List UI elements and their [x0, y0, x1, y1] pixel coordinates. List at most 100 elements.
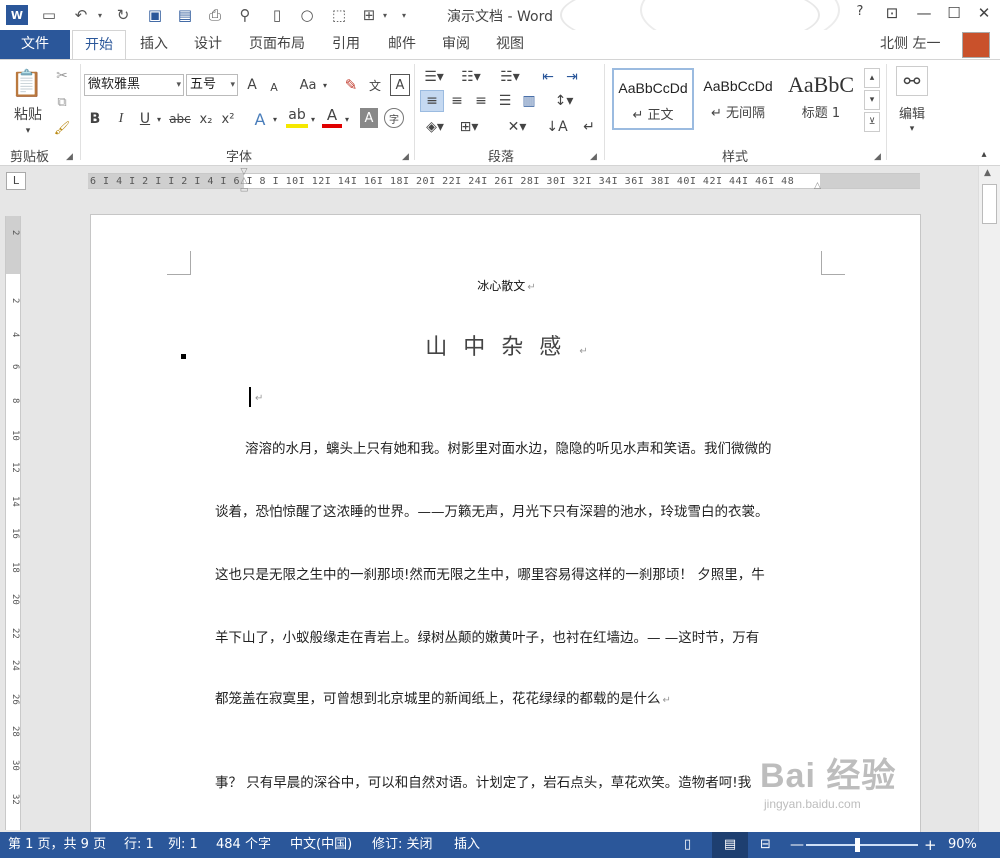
tab-references[interactable]: 引用 [320, 30, 372, 59]
change-case-dropdown-icon[interactable]: ▾ [320, 74, 330, 96]
line-spacing-icon[interactable]: ↕▾ [548, 90, 580, 112]
chevron-down-icon[interactable]: ▾ [230, 75, 235, 95]
borders-icon[interactable]: ⊞▾ [454, 116, 484, 138]
style-normal[interactable]: AaBbCcDd ↵ 正文 [612, 68, 694, 130]
font-launcher-icon[interactable]: ◢ [402, 152, 409, 162]
find-binoculars-icon[interactable]: ⚯ [896, 66, 928, 96]
open-icon[interactable]: ▭ [38, 5, 60, 25]
vertical-scrollbar[interactable]: ▲ [978, 166, 1000, 832]
decrease-indent-icon[interactable]: ⇤ [538, 66, 558, 88]
print-preview-icon[interactable]: ⎙ [204, 5, 226, 25]
redo-icon[interactable]: ↻ [112, 5, 134, 25]
word-count[interactable]: 484 个字 [216, 832, 271, 858]
copy-icon[interactable]: ⧉ [52, 92, 72, 112]
multilevel-list-icon[interactable]: ☵▾ [494, 66, 526, 88]
clipboard-launcher-icon[interactable]: ◢ [66, 152, 73, 162]
tab-review[interactable]: 审阅 [430, 30, 482, 59]
superscript-button[interactable]: x² [218, 108, 238, 130]
font-size-combo[interactable]: 五号 ▾ [186, 74, 238, 96]
enclose-char-button[interactable]: 字 [384, 108, 404, 128]
select-icon[interactable]: ⬚ [328, 5, 350, 25]
table-icon[interactable]: ⊞ [358, 5, 380, 25]
italic-button[interactable]: I [112, 108, 130, 130]
document-heading[interactable]: 山中杂感 ↵ [91, 329, 920, 361]
align-left-icon[interactable]: ≡ [420, 90, 444, 112]
styles-scroll-up-icon[interactable]: ▴ [864, 68, 880, 88]
tab-mailings[interactable]: 邮件 [376, 30, 428, 59]
avatar[interactable] [962, 32, 990, 58]
shrink-font-button[interactable]: A [266, 76, 282, 98]
text-effects-button[interactable]: A [250, 108, 270, 130]
text-effects-dropdown-icon[interactable]: ▾ [270, 108, 280, 130]
paste-icon[interactable]: 📋 [11, 66, 43, 102]
help-button[interactable]: ? [848, 4, 872, 26]
format-painter-icon[interactable]: 🖌 [52, 118, 72, 138]
shading-icon[interactable]: ◈▾ [420, 116, 450, 138]
styles-scroll-down-icon[interactable]: ▾ [864, 90, 880, 110]
document-header[interactable]: 冰心散文 ↵ [91, 277, 920, 294]
styles-launcher-icon[interactable]: ◢ [874, 152, 881, 162]
phonetic-guide-button[interactable]: 文 [364, 74, 386, 96]
zoom-out-icon[interactable]: — [790, 832, 804, 858]
clear-format-icon[interactable]: ✎ [340, 74, 362, 96]
ribbon-display-icon[interactable]: ⊡ [880, 4, 904, 26]
increase-indent-icon[interactable]: ⇥ [562, 66, 582, 88]
zoom-level[interactable]: 90% [948, 832, 977, 858]
maximize-button[interactable]: ☐ [942, 4, 966, 26]
text-line[interactable]: 羊下山了，小蚁般缘走在青岩上。绿树丛颠的嫩黄叶子，也衬在红墙边。— —这时节，万… [215, 626, 759, 646]
new-document-icon[interactable]: ▯ [266, 5, 288, 25]
chevron-down-icon[interactable]: ▾ [176, 75, 181, 95]
tab-file[interactable]: 文件 [0, 30, 70, 59]
align-right-icon[interactable]: ≡ [470, 90, 492, 112]
underline-button[interactable]: U [136, 108, 154, 130]
subscript-button[interactable]: x₂ [196, 108, 216, 130]
highlight-icon[interactable]: ab [286, 106, 308, 128]
ruler-bar[interactable]: 6 I 4 I 2 I I 2 I 4 I 6 I 8 I 10I 12I 14… [88, 173, 920, 189]
web-layout-icon[interactable]: ⊟ [760, 832, 771, 858]
paste-button[interactable]: 粘贴 [10, 104, 46, 124]
undo-dropdown-icon[interactable]: ▾ [94, 5, 106, 25]
tab-design[interactable]: 设计 [182, 30, 234, 59]
read-mode-icon[interactable]: ▯ [684, 832, 691, 858]
minimize-button[interactable]: — [912, 4, 936, 26]
save-as-icon[interactable]: ▤ [174, 5, 196, 25]
user-name[interactable]: 北侧 左一 [880, 30, 940, 59]
insert-mode-indicator[interactable]: 插入 [454, 832, 480, 858]
tab-view[interactable]: 视图 [484, 30, 536, 59]
text-line[interactable]: 溶溶的水月，螭头上只有她和我。树影里对面水边，隐隐的听见水声和笑语。我们微微的 [245, 437, 772, 457]
paste-dropdown-icon[interactable]: ▾ [18, 124, 38, 138]
change-case-button[interactable]: Aa [296, 74, 320, 96]
scroll-thumb[interactable] [982, 184, 997, 224]
align-center-icon[interactable]: ≡ [446, 90, 468, 112]
document-page[interactable]: 冰心散文 ↵ 山中杂感 ↵ ↵ 溶溶的水月，螭头上只有她和我。树影里对面水边，隐隐的… [90, 214, 921, 834]
asian-layout-icon[interactable]: ✕▾ [500, 116, 534, 138]
strikethrough-button[interactable]: abc [168, 108, 192, 130]
collapse-ribbon-icon[interactable]: ▴ [974, 146, 994, 162]
undo-icon[interactable]: ↶ [70, 5, 92, 25]
right-indent-marker-icon[interactable]: △ [814, 181, 826, 193]
track-changes-indicator[interactable]: 修订: 关闭 [372, 832, 433, 858]
tab-selector[interactable]: L [6, 172, 26, 190]
close-button[interactable]: ✕ [972, 4, 996, 26]
save-icon[interactable]: ▣ [144, 5, 166, 25]
language-indicator[interactable]: 中文(中国) [290, 832, 352, 858]
vertical-ruler-bar[interactable]: 2 2 4 6 8 10 12 14 16 18 20 22 24 26 28 … [5, 216, 21, 830]
style-heading-1[interactable]: AaBbC 标题 1 [782, 68, 860, 130]
cut-icon[interactable]: ✂ [52, 66, 72, 86]
row-indicator[interactable]: 行: 1 [124, 832, 154, 858]
font-color-dropdown-icon[interactable]: ▾ [342, 108, 352, 130]
numbering-icon[interactable]: ☷▾ [456, 66, 486, 88]
tab-home[interactable]: 开始 [72, 30, 126, 60]
underline-dropdown-icon[interactable]: ▾ [154, 108, 164, 130]
tab-page-layout[interactable]: 页面布局 [240, 30, 314, 59]
paragraph-launcher-icon[interactable]: ◢ [590, 152, 597, 162]
grow-font-button[interactable]: A [244, 74, 260, 96]
indent-marker-icon[interactable]: ▽ △ ▭ [238, 168, 250, 196]
distribute-icon[interactable]: ▥ [518, 90, 540, 112]
bullets-icon[interactable]: ☰▾ [420, 66, 448, 88]
font-name-combo[interactable]: 微软雅黑 ▾ [84, 74, 184, 96]
find-icon[interactable]: ⚲ [234, 5, 256, 25]
editing-dropdown-icon[interactable]: ▾ [902, 122, 922, 136]
zoom-slider[interactable] [806, 844, 918, 846]
zoom-in-icon[interactable]: + [924, 832, 937, 858]
